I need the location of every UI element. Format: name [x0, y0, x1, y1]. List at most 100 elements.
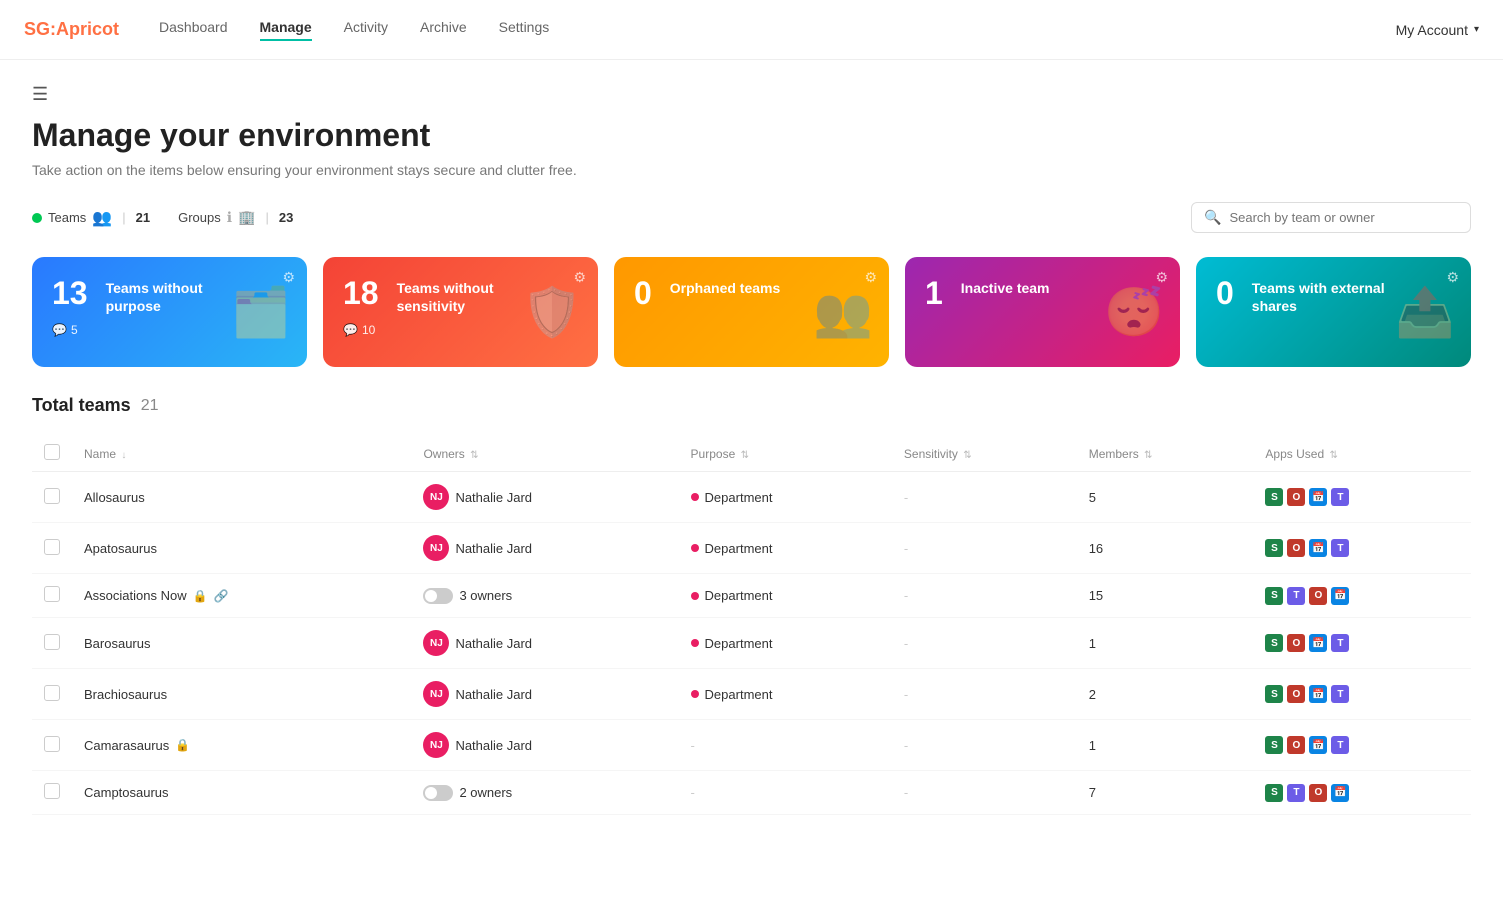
- card-without-sensitivity[interactable]: ⚙ 18 Teams without sensitivity 💬 10 🛡️: [323, 257, 598, 367]
- row-name-5: Camarasaurus 🔒: [84, 738, 399, 753]
- row-checkbox-2[interactable]: [44, 586, 60, 602]
- row-checkbox-5[interactable]: [44, 736, 60, 752]
- app-icon-4-0: S: [1265, 685, 1283, 703]
- col-sensitivity[interactable]: Sensitivity ⇅: [892, 436, 1077, 472]
- row-name-0: Allosaurus: [84, 490, 399, 505]
- apps-cell-1: SO📅T: [1265, 539, 1459, 557]
- page-subtitle: Take action on the items below ensuring …: [32, 162, 1471, 178]
- card-num-3: 1: [925, 275, 943, 312]
- card-external-shares[interactable]: ⚙ 0 Teams with external shares 📤: [1196, 257, 1471, 367]
- nav-manage[interactable]: Manage: [260, 19, 312, 41]
- members-3: 1: [1077, 618, 1254, 669]
- table-row: Camptosaurus2 owners--7STO📅: [32, 771, 1471, 815]
- team-name[interactable]: Brachiosaurus: [84, 687, 167, 702]
- team-name[interactable]: Camptosaurus: [84, 785, 169, 800]
- card-sub-count-1: 10: [362, 323, 375, 337]
- owner-toggle-2[interactable]: [423, 588, 453, 604]
- card-art-1: 🛡️: [522, 284, 582, 341]
- name-sort-icon: ↓: [121, 450, 126, 461]
- purpose-label-1: Department: [705, 541, 773, 556]
- search-input[interactable]: [1229, 210, 1458, 225]
- apps-sort-icon: ⇅: [1329, 450, 1337, 461]
- owner-toggle-6[interactable]: [423, 785, 453, 801]
- nav-right: My Account ▾: [1396, 22, 1479, 38]
- sensitivity-4: -: [904, 687, 908, 702]
- col-name[interactable]: Name ↓: [72, 436, 411, 472]
- app-icon-0-2: 📅: [1309, 488, 1327, 506]
- owner-cell-5: NJ Nathalie Jard: [423, 732, 666, 758]
- filter-toggle-icon[interactable]: ☰: [32, 84, 1471, 105]
- app-icon-2-0: S: [1265, 587, 1283, 605]
- members-2: 15: [1077, 574, 1254, 618]
- card-inactive[interactable]: ⚙ 1 Inactive team 😴: [905, 257, 1180, 367]
- team-name[interactable]: Barosaurus: [84, 636, 150, 651]
- members-5: 1: [1077, 720, 1254, 771]
- purpose-cell-0: Department: [691, 490, 880, 505]
- card-label-4: Teams with external shares: [1252, 279, 1392, 315]
- row-name-6: Camptosaurus: [84, 785, 399, 800]
- team-name[interactable]: Allosaurus: [84, 490, 145, 505]
- col-apps[interactable]: Apps Used ⇅: [1253, 436, 1471, 472]
- row-checkbox-1[interactable]: [44, 539, 60, 555]
- team-name[interactable]: Apatosaurus: [84, 541, 157, 556]
- teams-filter-chip[interactable]: Teams 👥 | 21: [32, 208, 150, 228]
- sensitivity-2: -: [904, 588, 908, 603]
- teams-dot: [32, 213, 42, 223]
- lock-icon: 🔒: [175, 738, 190, 752]
- table-row: BrachiosaurusNJNathalie JardDepartment-2…: [32, 669, 1471, 720]
- card-sub-icon-1: 💬: [343, 323, 358, 337]
- nav-archive[interactable]: Archive: [420, 19, 467, 41]
- purpose-dot-3: [691, 639, 699, 647]
- owner-name-6: 2 owners: [459, 785, 512, 800]
- row-name-1: Apatosaurus: [84, 541, 399, 556]
- groups-filter-chip[interactable]: Groups ℹ 🏢 | 23: [178, 209, 293, 226]
- nav-dashboard[interactable]: Dashboard: [159, 19, 228, 41]
- card-orphaned[interactable]: ⚙ 0 Orphaned teams 👥: [614, 257, 889, 367]
- members-sort-icon: ⇅: [1144, 450, 1152, 461]
- app-icon-6-0: S: [1265, 784, 1283, 802]
- nav-settings[interactable]: Settings: [499, 19, 550, 41]
- table-row: BarosaurusNJNathalie JardDepartment-1SO📅…: [32, 618, 1471, 669]
- app-icon-5-2: 📅: [1309, 736, 1327, 754]
- logo-sg: SG:: [24, 19, 56, 39]
- members-1: 16: [1077, 523, 1254, 574]
- lock-icon: 🔒: [193, 589, 208, 603]
- purpose-cell-1: Department: [691, 541, 880, 556]
- teams-icon: 👥: [92, 208, 112, 228]
- team-name[interactable]: Camarasaurus: [84, 738, 169, 753]
- col-members[interactable]: Members ⇅: [1077, 436, 1254, 472]
- purpose-cell-4: Department: [691, 687, 880, 702]
- card-num-0: 13: [52, 275, 88, 312]
- row-checkbox-3[interactable]: [44, 634, 60, 650]
- app-icon-0-3: T: [1331, 488, 1349, 506]
- row-checkbox-6[interactable]: [44, 783, 60, 799]
- col-purpose[interactable]: Purpose ⇅: [679, 436, 892, 472]
- sensitivity-3: -: [904, 636, 908, 651]
- logo: SG:Apricot: [24, 19, 119, 40]
- my-account-button[interactable]: My Account ▾: [1396, 22, 1479, 38]
- sensitivity-0: -: [904, 490, 908, 505]
- owner-name-5: Nathalie Jard: [455, 738, 532, 753]
- card-label-0: Teams without purpose: [106, 279, 246, 315]
- groups-info-icon: ℹ: [227, 209, 232, 226]
- card-art-4: 📤: [1395, 284, 1455, 341]
- app-icon-4-3: T: [1331, 685, 1349, 703]
- apps-cell-6: STO📅: [1265, 784, 1459, 802]
- table-row: AllosaurusNJNathalie JardDepartment-5SO📅…: [32, 472, 1471, 523]
- select-all-checkbox[interactable]: [44, 444, 60, 460]
- card-without-purpose[interactable]: ⚙ 13 Teams without purpose 💬 5 🗂️: [32, 257, 307, 367]
- col-owners[interactable]: Owners ⇅: [411, 436, 678, 472]
- app-icon-4-2: 📅: [1309, 685, 1327, 703]
- row-checkbox-0[interactable]: [44, 488, 60, 504]
- team-name[interactable]: Associations Now: [84, 588, 187, 603]
- app-icon-0-1: O: [1287, 488, 1305, 506]
- purpose-dot-4: [691, 690, 699, 698]
- row-checkbox-4[interactable]: [44, 685, 60, 701]
- app-icon-5-0: S: [1265, 736, 1283, 754]
- owner-avatar-1: NJ: [423, 535, 449, 561]
- owner-avatar-5: NJ: [423, 732, 449, 758]
- account-label: My Account: [1396, 22, 1468, 38]
- nav-activity[interactable]: Activity: [344, 19, 388, 41]
- search-box[interactable]: 🔍: [1191, 202, 1471, 233]
- groups-label: Groups: [178, 210, 221, 225]
